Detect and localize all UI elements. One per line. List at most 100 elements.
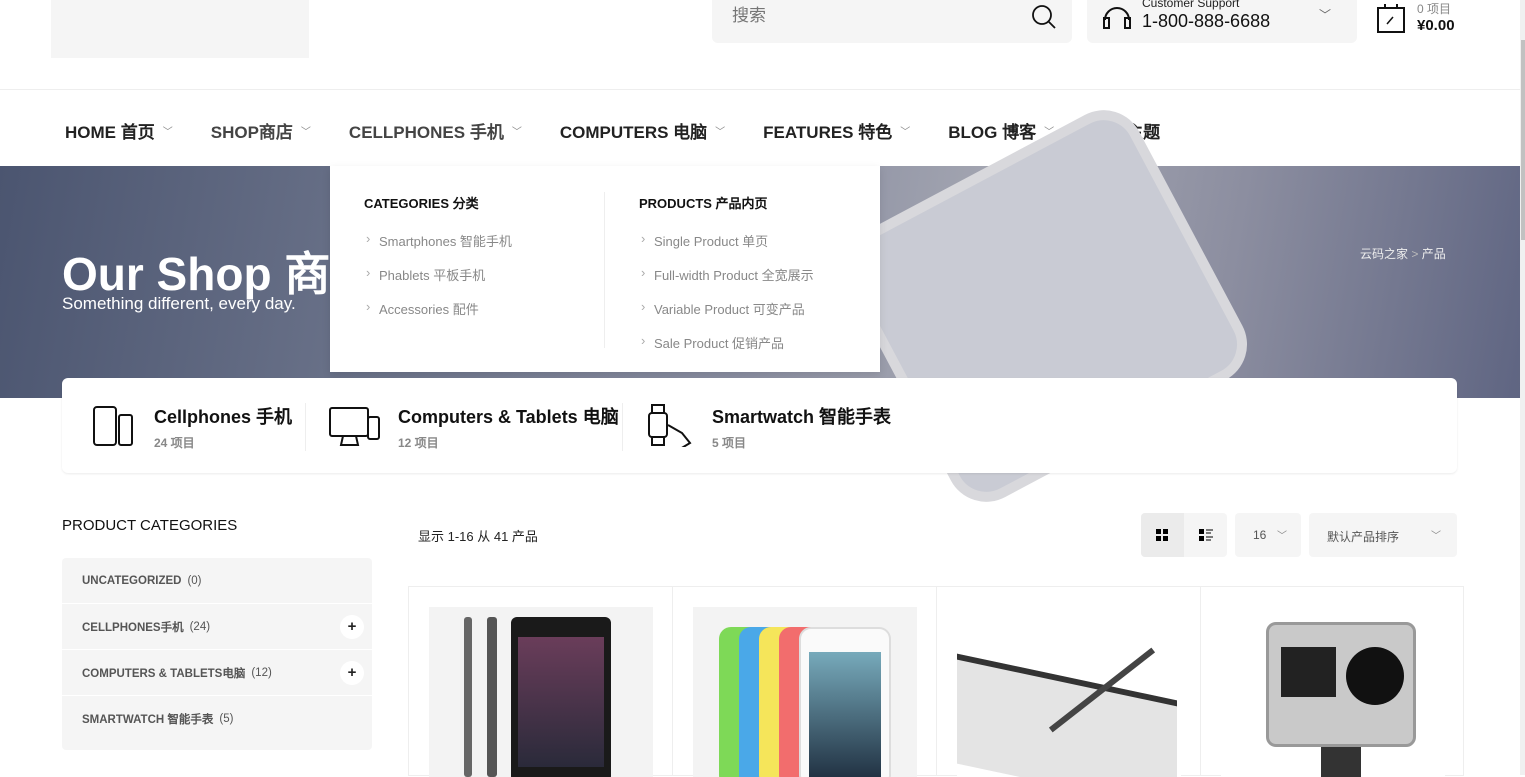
sidebar-item-cellphones[interactable]: CELLPHONES手机 (24) + <box>62 604 372 650</box>
customer-support[interactable]: Customer Support 1-800-888-6688 ﹀ <box>1087 0 1357 43</box>
search-box <box>712 0 1072 43</box>
expand-plus-icon[interactable]: + <box>340 661 364 685</box>
cellphone-icon <box>93 406 133 446</box>
nav-computers[interactable]: COMPUTERS 电脑 ﹀ <box>560 118 725 143</box>
nav-label: CELLPHONES 手机 <box>348 123 504 142</box>
product-image-drawing-tablet[interactable] <box>957 607 1181 777</box>
product-card[interactable] <box>1201 587 1465 777</box>
sidebar-item-computers[interactable]: COMPUTERS & TABLETS电脑 (12) + <box>62 650 372 696</box>
breadcrumb-separator: > <box>1411 247 1419 261</box>
cart-total: ¥0.00 <box>1417 17 1455 34</box>
category-computers[interactable]: Computers & Tablets 电脑 12 项目 <box>328 403 619 451</box>
divider <box>305 403 306 451</box>
menu-column-products: PRODUCTS 产品内页 Single Product 单页 Full-wid… <box>639 193 814 367</box>
sort-value: 默认产品排序 <box>1327 530 1400 544</box>
menu-link-sale-product[interactable]: Sale Product 促销产品 <box>639 333 814 352</box>
chevron-down-icon[interactable]: ﹀ <box>1319 6 1331 23</box>
chevron-down-icon: ﹀ <box>900 127 911 138</box>
sidebar-item-count: (5) <box>219 713 234 725</box>
sidebar-item-uncategorized[interactable]: UNCATEGORIZED (0) <box>62 558 372 604</box>
cart-count: 0 项目 <box>1417 2 1452 16</box>
menu-link-variable-product[interactable]: Variable Product 可变产品 <box>639 299 814 318</box>
product-categories-list: UNCATEGORIZED (0) CELLPHONES手机 (24) + COMPU… <box>62 558 372 750</box>
support-label: Customer Support <box>1142 0 1240 10</box>
expand-plus-icon[interactable]: + <box>340 615 364 639</box>
grid-view-button[interactable] <box>1141 513 1184 557</box>
menu-link-accessories[interactable]: Accessories 配件 <box>364 299 512 318</box>
menu-link-single-product[interactable]: Single Product 单页 <box>639 231 814 250</box>
sidebar-title: PRODUCT CATEGORIES <box>62 517 238 534</box>
menu-divider <box>604 192 605 348</box>
search-icon[interactable] <box>1030 3 1058 31</box>
search-input[interactable] <box>732 6 1012 26</box>
category-name: Cellphones 手机 <box>154 407 293 427</box>
sidebar-item-count: (12) <box>251 666 272 679</box>
nav-label: BLOG 博客 <box>948 123 1037 142</box>
sidebar-item-count: (0) <box>187 574 202 587</box>
category-cellphones[interactable]: Cellphones 手机 24 项目 <box>92 403 292 451</box>
nav-label: FEATURES 特色 <box>763 123 893 142</box>
computer-icon <box>329 407 380 446</box>
nav-cellphones[interactable]: CELLPHONES 手机 ﹀ <box>349 118 522 143</box>
chevron-down-icon: ﹀ <box>300 127 311 138</box>
menu-column-categories: CATEGORIES 分类 Smartphones 智能手机 Phablets … <box>364 193 512 333</box>
chevron-down-icon: ﹀ <box>162 127 173 138</box>
result-count: 显示 1-16 从 41 产品 <box>418 529 538 544</box>
scrollbar-thumb[interactable] <box>1521 40 1525 240</box>
menu-link-full-width-product[interactable]: Full-width Product 全宽展示 <box>639 265 814 284</box>
product-card[interactable] <box>409 587 673 777</box>
view-toggle <box>1141 513 1227 557</box>
menu-link-smartphones[interactable]: Smartphones 智能手机 <box>364 231 512 250</box>
sidebar-item-count: (24) <box>189 620 211 633</box>
main-nav: HOME 首页 ﹀ SHOP商店 ﹀ CELLPHONES 手机 ﹀ COMPUTER… <box>65 118 1198 143</box>
list-view-button[interactable] <box>1184 513 1227 557</box>
sort-select[interactable]: 默认产品排序 ﹀ <box>1309 513 1457 557</box>
sidebar-item-label: SMARTWATCH 智能手表 <box>82 714 214 726</box>
per-page-select[interactable]: 16 ﹀ <box>1235 513 1301 557</box>
chevron-down-icon: ﹀ <box>511 127 522 138</box>
sidebar-item-label: COMPUTERS & TABLETS电脑 <box>82 667 246 680</box>
divider <box>622 403 623 451</box>
nav-label: SHOP商店 <box>210 123 293 142</box>
nav-label: COMPUTERS 电脑 <box>559 123 708 142</box>
chevron-down-icon: ﹀ <box>1431 531 1441 542</box>
chevron-down-icon: ﹀ <box>715 127 726 138</box>
breadcrumb-home[interactable]: 云码之家 <box>1360 247 1408 261</box>
category-strip: Cellphones 手机 24 项目 Computers & Tablets 电… <box>62 378 1457 473</box>
breadcrumb: 云码之家 > 产品 <box>1360 245 1446 262</box>
sidebar-item-smartwatch[interactable]: SMARTWATCH 智能手表 (5) <box>62 696 372 742</box>
mega-menu-dropdown: CATEGORIES 分类 Smartphones 智能手机 Phablets … <box>330 166 880 372</box>
nav-home[interactable]: HOME 首页 ﹀ <box>65 118 173 143</box>
product-card[interactable] <box>673 587 937 777</box>
category-count: 5 项目 <box>712 436 747 450</box>
category-count: 12 项目 <box>398 436 439 450</box>
shopping-bag-icon <box>1377 4 1405 33</box>
product-card[interactable] <box>937 587 1201 777</box>
grid-icon <box>1156 529 1168 541</box>
menu-heading: CATEGORIES 分类 <box>364 196 479 211</box>
per-page-value: 16 <box>1253 528 1267 542</box>
support-phone: 1-800-888-6688 <box>1142 11 1271 31</box>
category-name: Smartwatch 智能手表 <box>712 407 892 427</box>
nav-label: HOME 首页 <box>65 123 155 142</box>
product-image-iphone-5c[interactable] <box>693 607 917 777</box>
product-grid <box>408 586 1465 777</box>
product-image-sony-phone[interactable] <box>429 607 653 777</box>
nav-shop[interactable]: SHOP商店 ﹀ <box>211 118 311 143</box>
breadcrumb-current: 产品 <box>1421 247 1446 261</box>
hero-subtitle: Something different, every day. <box>62 294 296 313</box>
header-divider <box>0 89 1520 90</box>
sidebar-item-label: CELLPHONES手机 <box>82 621 184 634</box>
smartwatch-icon <box>648 404 692 447</box>
nav-features[interactable]: FEATURES 特色 ﹀ <box>763 118 910 143</box>
menu-link-phablets[interactable]: Phablets 平板手机 <box>364 265 512 284</box>
site-logo[interactable] <box>51 0 309 58</box>
category-count: 24 项目 <box>154 436 195 450</box>
sidebar-item-label: UNCATEGORIZED <box>82 574 182 587</box>
chevron-down-icon: ﹀ <box>1277 531 1287 542</box>
category-smartwatch[interactable]: Smartwatch 智能手表 5 项目 <box>646 403 891 451</box>
menu-heading: PRODUCTS 产品内页 <box>639 196 768 211</box>
headset-icon <box>1103 7 1131 29</box>
list-icon <box>1199 529 1213 541</box>
product-image-gopro[interactable] <box>1221 607 1445 777</box>
